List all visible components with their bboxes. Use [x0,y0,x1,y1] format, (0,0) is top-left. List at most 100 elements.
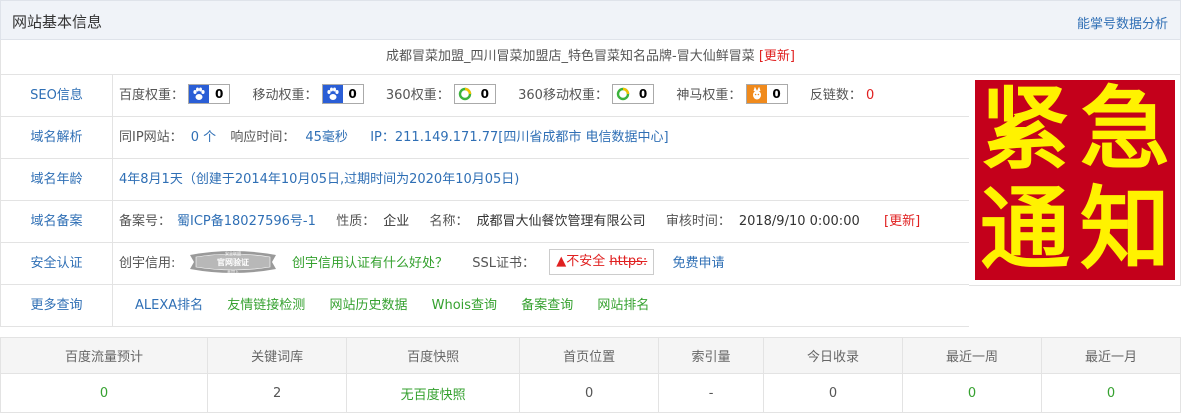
icp-name-value: 成都冒大仙餐饮管理有限公司 [476,214,646,229]
icp-num-label: 备案号： [119,214,172,229]
dns-same-ip-value[interactable]: 0 个 [191,130,216,145]
ssl-apply-link[interactable]: 免费申请 [673,256,725,271]
stats-header: 最近一月 [1040,336,1181,375]
stats-value-index: - [658,373,764,413]
urgent-notice-banner[interactable]: 紧 急 通 知 [975,80,1175,280]
more-link-history[interactable]: 网站历史数据 [329,298,407,313]
notice-char: 急 [1080,77,1170,182]
trust-seal-icon[interactable]: 安全联盟 官网验证 未加入 [188,249,278,275]
seo-mobile-value: 0 [342,85,363,103]
row-age: 域名年龄 4年8月1天（创建于2014年10月05日,过期时间为2020年10月… [1,159,969,201]
ssl-https-text: https: [609,253,648,269]
stats-value-row: 0 2 无百度快照 0 - 0 0 0 [0,373,1181,413]
row-security: 安全认证 创宇信用: 安全联盟 官网验证 未加入 创宇信用认证有什么好处？ SS… [1,243,969,285]
seo-backlinks-label: 反链数： [809,88,862,103]
stats-value-keywords[interactable]: 2 [207,373,348,413]
more-link-friendlinks[interactable]: 友情链接检测 [227,298,305,313]
seo-shenma-badge[interactable]: 0 [745,84,788,104]
stats-header: 最近一周 [901,336,1042,375]
age-text: 4年8月1天（创建于2014年10月05日,过期时间为2020年10月05日) [119,172,520,187]
more-link-icp[interactable]: 备案查询 [521,298,573,313]
ssl-warning-text: ▲不安全 [556,253,606,269]
stats-value-homepage: 0 [519,373,660,413]
dns-content: 同IP网站： 0 个 响应时间： 45毫秒 IP：211.149.171.77[四川… [119,117,669,158]
site-title-update-link[interactable]: [更新] [759,49,795,64]
stats-value-snapshot[interactable]: 无百度快照 [346,373,521,413]
icp-num-value[interactable]: 蜀ICP备18027596号-1 [177,214,316,229]
stats-value-week[interactable]: 0 [901,373,1042,413]
more-link-rank[interactable]: 网站排名 [597,298,649,313]
icp-update-link[interactable]: [更新] [884,214,920,229]
360-icon [454,85,475,103]
seo-baidu-value: 0 [209,85,230,103]
icp-nature-value: 企业 [383,214,410,229]
stats-header: 百度快照 [346,336,521,375]
stats-header-row: 百度流量预计 关键词库 百度快照 首页位置 索引量 今日收录 最近一周 最近一月 [0,336,1181,375]
notice-char: 通 [980,177,1070,282]
seo-360-value: 0 [474,85,495,103]
icp-name-label: 名称： [429,214,469,229]
more-content: ALEXA排名 友情链接检测 网站历史数据 Whois查询 备案查询 网站排名 [135,285,649,326]
seo-baidu-label: 百度权重： [119,88,185,103]
stats-value-month[interactable]: 0 [1040,373,1181,413]
seo-360mobile-label: 360移动权重： [518,88,608,103]
stats-header: 百度流量预计 [0,336,209,375]
site-title-bar: 成都冒菜加盟_四川冒菜加盟店_特色冒菜知名品牌-冒大仙鲜冒菜 [更新] [0,40,1181,75]
notice-char: 知 [1080,177,1170,282]
more-link-whois[interactable]: Whois查询 [432,298,497,313]
svg-text:安全联盟: 安全联盟 [225,250,241,256]
security-credit-label: 创宇信用: [119,256,176,271]
urgent-notice-panel: 紧 急 通 知 [969,75,1181,286]
icp-content: 备案号： 蜀ICP备18027596号-1 性质： 企业 名称： 成都冒大仙餐饮管理有… [119,201,920,242]
stats-value-traffic[interactable]: 0 [0,373,209,413]
shenma-icon [746,85,767,103]
dns-response-label: 响应时间： [230,130,296,145]
row-label-more[interactable]: 更多查询 [1,285,113,326]
stats-header: 首页位置 [519,336,660,375]
site-title-text: 成都冒菜加盟_四川冒菜加盟店_特色冒菜知名品牌-冒大仙鲜冒菜 [386,49,755,64]
age-content: 4年8月1天（创建于2014年10月05日,过期时间为2020年10月05日) [119,159,519,200]
stats-table: 百度流量预计 关键词库 百度快照 首页位置 索引量 今日收录 最近一周 最近一月… [0,336,1181,413]
row-more: 更多查询 ALEXA排名 友情链接检测 网站历史数据 Whois查询 备案查询 … [1,285,969,327]
row-label-seo[interactable]: SEO信息 [1,75,113,116]
seo-360mobile-value: 0 [633,85,654,103]
security-content: 创宇信用: 安全联盟 官网验证 未加入 创宇信用认证有什么好处？ SSL证书： … [119,243,725,284]
row-label-dns[interactable]: 域名解析 [1,117,113,158]
seo-360-label: 360权重： [385,88,450,103]
row-seo: SEO信息 百度权重： 0 移动权重： 0 360权重： 0 360移动权重： … [1,75,969,117]
seo-shenma-value: 0 [766,85,787,103]
row-label-age[interactable]: 域名年龄 [1,159,113,200]
seo-mobile-badge[interactable]: 0 [321,84,364,104]
seo-shenma-label: 神马权重： [676,88,742,103]
dns-same-ip-label: 同IP网站： [119,130,183,145]
dns-ip-text[interactable]: IP：211.149.171.77[四川省成都市 电信数据中心] [370,130,668,145]
seo-360mobile-badge[interactable]: 0 [612,84,655,104]
more-link-alexa[interactable]: ALEXA排名 [135,298,203,313]
row-icp: 域名备案 备案号： 蜀ICP备18027596号-1 性质： 企业 名称： 成都冒大仙… [1,201,969,243]
section-header: 网站基本信息 能掌号数据分析 [0,0,1181,40]
row-dns: 域名解析 同IP网站： 0 个 响应时间： 45毫秒 IP：211.149.171.… [1,117,969,159]
seo-backlinks-value[interactable]: 0 [866,88,874,103]
icp-nature-label: 性质： [336,214,376,229]
info-rows: SEO信息 百度权重： 0 移动权重： 0 360权重： 0 360移动权重： … [0,75,969,327]
notice-char: 紧 [980,77,1070,182]
seo-content: 百度权重： 0 移动权重： 0 360权重： 0 360移动权重： 0 神马权重… [119,75,874,116]
row-label-security[interactable]: 安全认证 [1,243,113,284]
360-icon [613,85,634,103]
ssl-label: SSL证书： [472,256,535,271]
credit-benefit-link[interactable]: 创宇信用认证有什么好处？ [292,256,448,271]
ssl-status-badge[interactable]: ▲不安全 https: [549,248,655,275]
icp-review-label: 审核时间： [665,214,731,229]
xzh-analysis-link[interactable]: 能掌号数据分析 [1077,13,1168,32]
stats-header: 索引量 [658,336,764,375]
baidu-paw-icon [322,85,343,103]
seo-mobile-label: 移动权重： [252,88,318,103]
svg-text:官网验证: 官网验证 [217,257,249,267]
stats-value-today: 0 [763,373,903,413]
seo-360-badge[interactable]: 0 [453,84,496,104]
row-label-icp[interactable]: 域名备案 [1,201,113,242]
icp-review-value: 2018/9/10 0:00:00 [738,214,860,229]
dns-response-value: 45毫秒 [305,130,348,145]
stats-header: 今日收录 [763,336,903,375]
seo-baidu-badge[interactable]: 0 [188,84,231,104]
